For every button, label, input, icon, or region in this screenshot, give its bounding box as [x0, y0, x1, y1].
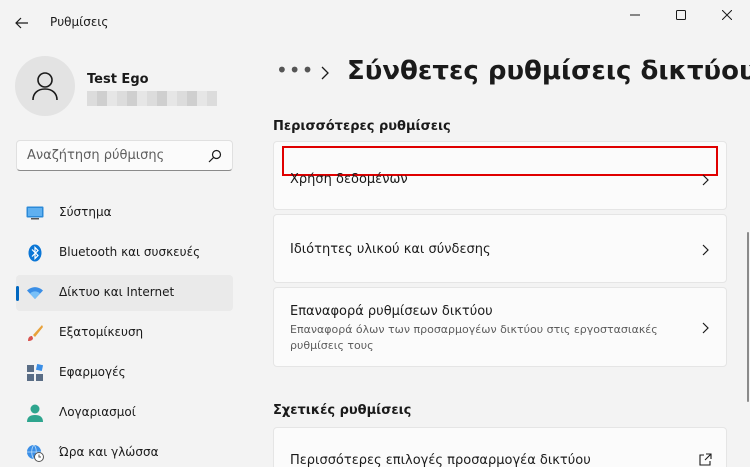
sidebar-item-label: Λογαριασμοί	[59, 405, 136, 419]
breadcrumb-more-button[interactable]: •••	[276, 58, 314, 82]
card-data-usage[interactable]: Χρήση δεδομένων	[273, 141, 727, 210]
section-title-more-settings: Περισσότερες ρυθμίσεις	[273, 119, 451, 134]
search-input[interactable]	[27, 141, 207, 170]
sidebar-item-label: Ώρα και γλώσσα	[59, 445, 159, 459]
card-label: Επαναφορά ρυθμίσεων δικτύου	[290, 304, 493, 319]
sidebar-item-accounts[interactable]: Λογαριασμοί	[16, 395, 233, 431]
card-more-adapter-options[interactable]: Περισσότερες επιλογές προσαρμογέα δικτύο…	[273, 427, 727, 467]
sidebar-item-apps[interactable]: Εφαρμογές	[16, 355, 233, 391]
sidebar-item-label: Εξατομίκευση	[59, 325, 144, 339]
minimize-icon	[630, 14, 640, 16]
brush-icon	[26, 324, 44, 342]
bluetooth-icon	[26, 244, 44, 262]
sidebar-item-label: Δίκτυο και Internet	[59, 285, 175, 299]
person-icon	[26, 404, 44, 422]
page-title: Σύνθετες ρυθμίσεις δικτύου	[347, 56, 750, 86]
search-box[interactable]	[16, 140, 233, 171]
sidebar-item-bluetooth[interactable]: Bluetooth και συσκευές	[16, 235, 233, 271]
back-button[interactable]	[6, 8, 38, 38]
scrollbar[interactable]	[747, 232, 749, 402]
monitor-icon	[26, 204, 44, 222]
user-email-blurred	[87, 91, 217, 106]
title-bar: Ρυθμίσεις	[0, 0, 750, 46]
globe-clock-icon	[26, 444, 44, 462]
sidebar-item-time-language[interactable]: Ώρα και γλώσσα	[16, 435, 233, 467]
card-network-reset[interactable]: Επαναφορά ρυθμίσεων δικτύου Επαναφορά όλ…	[273, 287, 727, 367]
wifi-icon	[26, 284, 44, 302]
chevron-right-icon	[702, 244, 709, 256]
card-label: Περισσότερες επιλογές προσαρμογέα δικτύο…	[290, 453, 591, 467]
avatar[interactable]	[15, 56, 75, 116]
card-hardware-properties[interactable]: Ιδιότητες υλικού και σύνδεσης	[273, 214, 727, 283]
search-icon[interactable]	[208, 149, 222, 163]
app-title: Ρυθμίσεις	[50, 15, 109, 29]
close-icon	[722, 10, 732, 20]
sidebar-item-network[interactable]: Δίκτυο και Internet	[16, 275, 233, 311]
chevron-right-icon	[702, 322, 709, 334]
card-label: Ιδιότητες υλικού και σύνδεσης	[290, 242, 491, 257]
user-name: Test Ego	[87, 72, 149, 87]
card-label: Χρήση δεδομένων	[290, 172, 408, 187]
maximize-button[interactable]	[658, 0, 704, 30]
sidebar: Test Ego Σύστημα Bluetooth και συσκευές	[0, 46, 250, 467]
main-content: ••• Σύνθετες ρυθμίσεις δικτύου Περισσότε…	[250, 46, 750, 467]
active-indicator	[16, 286, 19, 301]
sidebar-item-label: Εφαρμογές	[59, 365, 126, 379]
sidebar-item-label: Bluetooth και συσκευές	[59, 245, 201, 259]
sidebar-item-system[interactable]: Σύστημα	[16, 195, 233, 231]
sidebar-item-label: Σύστημα	[59, 205, 112, 219]
breadcrumb-chevron-icon	[321, 66, 329, 80]
section-title-related-settings: Σχετικές ρυθμίσεις	[273, 403, 412, 418]
user-avatar-icon	[32, 72, 58, 101]
minimize-button[interactable]	[612, 0, 658, 30]
sidebar-item-personalization[interactable]: Εξατομίκευση	[16, 315, 233, 351]
maximize-icon	[676, 10, 686, 20]
external-link-icon	[699, 453, 712, 466]
arrow-left-icon	[15, 17, 28, 29]
apps-icon	[26, 364, 44, 382]
card-description: Επαναφορά όλων των προσαρμογέων δικτύου …	[290, 323, 658, 352]
chevron-right-icon	[702, 174, 709, 186]
close-button[interactable]	[704, 0, 750, 30]
